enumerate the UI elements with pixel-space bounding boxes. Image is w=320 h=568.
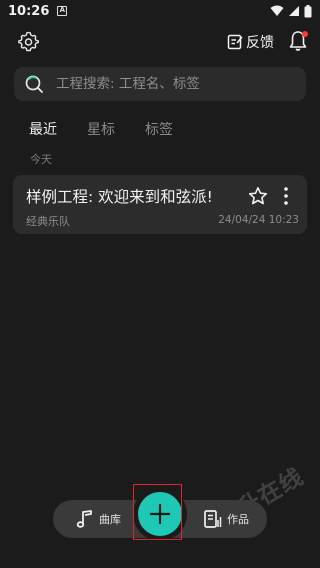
project-date: 24/04/24 10:23 xyxy=(218,214,299,226)
notifications-button[interactable] xyxy=(288,30,310,54)
tab-starred[interactable]: 星标 xyxy=(87,119,115,139)
notification-a-icon: A xyxy=(57,6,68,16)
more-options-button[interactable] xyxy=(281,185,291,207)
project-card[interactable]: 样例工程: 欢迎来到和弦派! 经典乐队 24/04/24 10:23 xyxy=(13,175,307,234)
search-icon xyxy=(25,75,43,93)
section-today-label: 今天 xyxy=(30,153,52,166)
battery-icon xyxy=(304,4,312,17)
feedback-label: 反馈 xyxy=(246,35,274,51)
nav-works-label: 作品 xyxy=(227,513,249,526)
feedback-button[interactable]: 反馈 xyxy=(227,31,274,53)
tab-tags[interactable]: 标签 xyxy=(145,119,173,139)
star-button[interactable] xyxy=(248,186,268,206)
nav-library-label: 曲库 xyxy=(99,513,121,526)
status-icons xyxy=(270,4,312,18)
settings-button[interactable] xyxy=(18,31,40,53)
top-bar: 反馈 xyxy=(0,28,320,56)
gear-icon xyxy=(18,31,39,52)
signal-icon xyxy=(289,6,299,16)
project-tag: 经典乐队 xyxy=(26,215,70,228)
status-time: 10:26 xyxy=(8,3,50,19)
nav-library-button[interactable]: 曲库 xyxy=(75,509,121,529)
tab-recent[interactable]: 最近 xyxy=(29,119,57,139)
works-list-icon xyxy=(204,510,222,528)
more-vertical-icon xyxy=(284,187,288,205)
nav-works-button[interactable]: 作品 xyxy=(203,509,249,529)
search-input[interactable] xyxy=(56,69,306,99)
project-title: 样例工程: 欢迎来到和弦派! xyxy=(26,188,213,206)
notification-dot xyxy=(302,31,308,37)
wifi-icon xyxy=(270,5,284,16)
music-note-icon xyxy=(76,510,92,528)
filter-tabs: 最近 星标 标签 xyxy=(29,119,173,139)
app-screen: 10:26 A 反馈 工程搜索: 工程名、标签 最近 星标 标签 今天 样例工程… xyxy=(0,0,320,568)
star-icon xyxy=(248,187,268,205)
feedback-icon xyxy=(227,34,243,50)
highlight-box xyxy=(133,484,182,540)
search-bar[interactable] xyxy=(14,67,306,101)
status-bar: 10:26 A xyxy=(0,0,320,22)
